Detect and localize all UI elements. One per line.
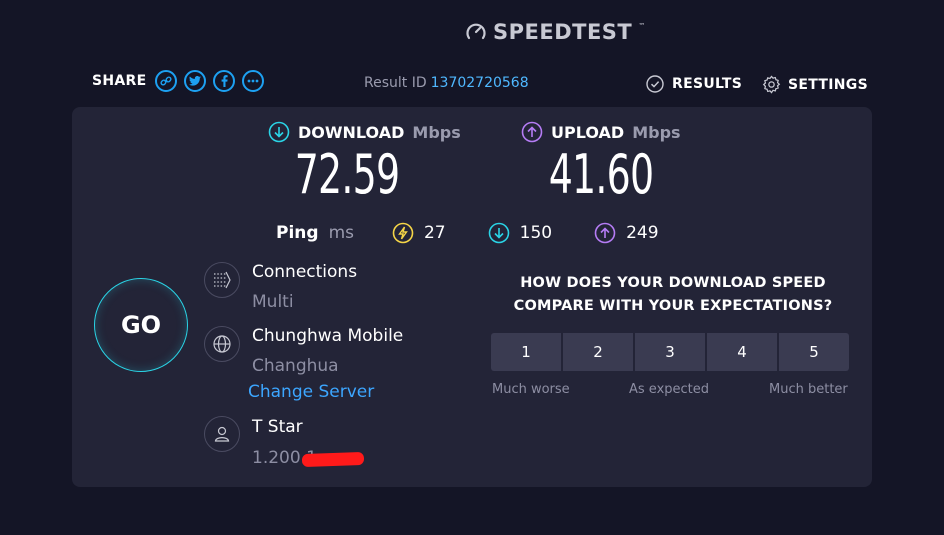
link-icon	[160, 76, 173, 86]
ping-download-value: 150	[519, 223, 553, 243]
share-label: SHARE	[92, 73, 147, 89]
survey-question-line1: HOW DOES YOUR DOWNLOAD SPEED	[520, 275, 826, 291]
user-icon	[214, 426, 230, 442]
connections-icon-wrap[interactable]	[204, 262, 240, 298]
server-icon-wrap	[204, 326, 240, 362]
ping-idle-value: 27	[423, 223, 446, 243]
rating-high-label: Much better	[769, 382, 848, 397]
settings-button[interactable]: SETTINGS	[762, 75, 868, 94]
twitter-icon	[189, 76, 202, 86]
share-twitter-button[interactable]	[184, 70, 207, 92]
rating-option-4[interactable]: 4	[707, 333, 777, 371]
isp-name: T Star	[252, 417, 303, 437]
facebook-icon	[221, 75, 228, 87]
redaction-mark	[301, 451, 365, 468]
rating-option-3[interactable]: 3	[635, 333, 705, 371]
rating-mid-label: As expected	[629, 382, 710, 397]
download-arrow-icon	[488, 222, 509, 244]
connections-icon	[214, 271, 231, 289]
change-server-link[interactable]: Change Server	[248, 382, 374, 402]
rating-option-5[interactable]: 5	[779, 333, 849, 371]
results-button[interactable]: RESULTS	[646, 75, 742, 93]
result-id-value[interactable]: 13702720568	[431, 75, 529, 91]
settings-label: SETTINGS	[788, 76, 868, 93]
rating-low-label: Much worse	[492, 382, 570, 397]
connections-title: Connections	[252, 262, 358, 282]
ping-idle[interactable]: 27	[392, 222, 446, 244]
trademark: ™	[638, 22, 646, 30]
upload-arrow-icon	[594, 222, 616, 244]
isp-icon-wrap	[204, 416, 240, 452]
share-more-button[interactable]	[242, 70, 265, 92]
speedtest-logo[interactable]: SPEEDTEST ™	[465, 20, 645, 44]
brand-name: SPEEDTEST	[493, 20, 633, 44]
download-value: 72.59	[294, 143, 400, 206]
lightning-icon	[392, 222, 414, 244]
check-circle-icon	[646, 75, 664, 93]
server-name: Chunghwa Mobile	[252, 326, 404, 346]
ping-download[interactable]: 150	[488, 222, 552, 244]
rating-option-1[interactable]: 1	[491, 333, 561, 371]
share-link-button[interactable]	[155, 70, 178, 92]
download-unit: Mbps	[412, 122, 461, 142]
more-icon	[248, 79, 259, 83]
rating-scale: 1 2 3 4 5	[491, 333, 849, 371]
upload-arrow-icon	[521, 121, 543, 143]
gauge-icon	[466, 23, 486, 40]
upload-header: UPLOAD Mbps	[521, 121, 681, 143]
download-header: DOWNLOAD Mbps	[268, 121, 461, 143]
result-id-label: Result ID	[364, 75, 427, 91]
ping-label: Ping	[276, 223, 319, 243]
ping-upload[interactable]: 249	[594, 222, 659, 244]
ping-upload-value: 249	[626, 223, 659, 243]
go-button[interactable]: GO	[94, 278, 188, 372]
results-label: RESULTS	[672, 76, 743, 92]
gear-icon	[762, 75, 781, 94]
connections-value: Multi	[252, 292, 294, 312]
ping-unit: ms	[328, 223, 354, 243]
survey-question-line2: COMPARE WITH YOUR EXPECTATIONS?	[513, 298, 833, 314]
share-facebook-button[interactable]	[213, 70, 236, 92]
result-id: Result ID 13702720568	[364, 75, 529, 91]
ping-row: Ping ms 27 150 249	[276, 222, 701, 244]
upload-unit: Mbps	[632, 122, 681, 142]
share-bar: SHARE	[92, 70, 265, 92]
upload-value: 41.60	[548, 143, 654, 206]
rating-option-2[interactable]: 2	[563, 333, 633, 371]
download-arrow-icon	[268, 121, 290, 143]
survey-question: HOW DOES YOUR DOWNLOAD SPEED COMPARE WIT…	[492, 272, 854, 318]
upload-label: UPLOAD	[551, 122, 625, 142]
server-location: Changhua	[252, 356, 339, 376]
download-label: DOWNLOAD	[298, 122, 405, 142]
globe-icon	[213, 335, 231, 353]
